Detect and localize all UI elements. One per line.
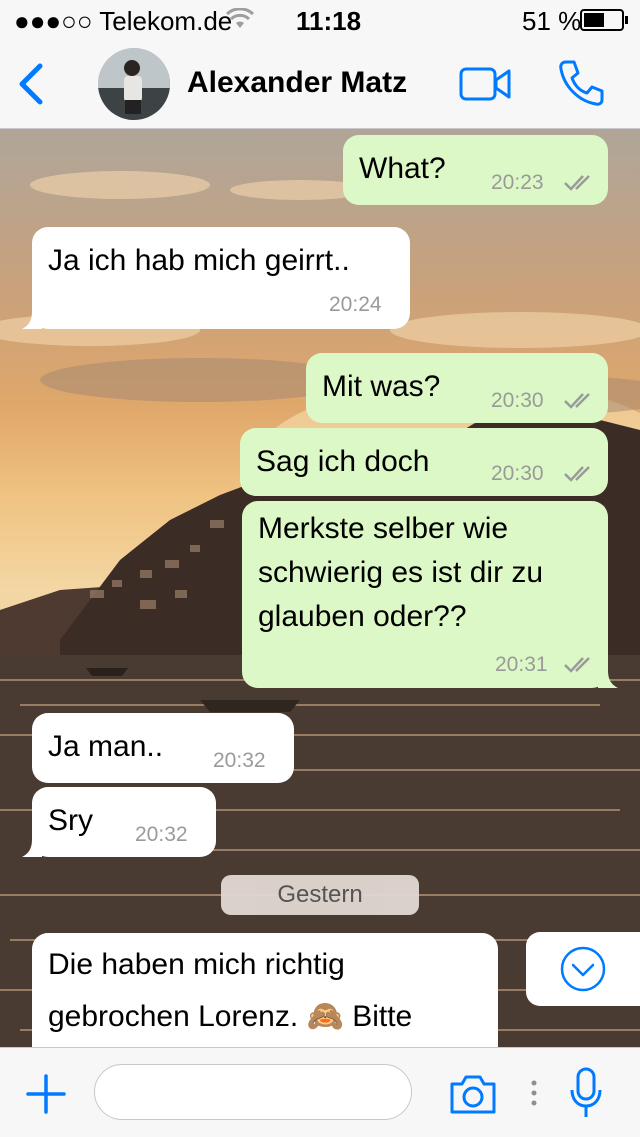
message-time: 20:30: [491, 389, 544, 412]
message-input[interactable]: [94, 1064, 412, 1120]
contact-avatar[interactable]: [98, 48, 170, 120]
video-call-icon[interactable]: [458, 64, 512, 104]
message-text: Sag ich doch: [256, 445, 430, 478]
read-ticks-icon: [564, 393, 590, 409]
bubble-tail: [22, 839, 42, 857]
chat-header: Alexander Matz: [0, 40, 640, 129]
read-ticks-icon: [564, 657, 590, 673]
wifi-icon: [226, 8, 254, 28]
message-line: Merkste selber wie: [258, 512, 509, 545]
message-text: Merkste selber wie schwierig es ist dir …: [258, 507, 543, 639]
message-time: 20:31: [495, 653, 548, 676]
read-ticks-icon: [564, 466, 590, 482]
message-incoming[interactable]: Sry 20:32: [22, 787, 216, 857]
battery-percent: 51 %: [522, 6, 582, 36]
message-text: Die haben mich richtig gebrochen Lorenz.…: [48, 939, 412, 1043]
date-separator: Gestern: [221, 875, 419, 915]
carrier-label: ●●●○○ Telekom.de: [14, 6, 233, 36]
status-bar: ●●●○○ Telekom.de 11:18 51 %: [0, 0, 640, 40]
message-outgoing[interactable]: Sag ich doch 20:30: [240, 428, 608, 496]
message-line: Die haben mich richtig: [48, 948, 345, 981]
message-time: 20:23: [491, 171, 544, 194]
microphone-icon[interactable]: [568, 1066, 604, 1120]
message-incoming[interactable]: Ja man.. 20:32: [32, 713, 294, 783]
back-chevron-icon[interactable]: [14, 62, 54, 106]
message-time: 20:30: [491, 462, 544, 485]
message-text: What?: [359, 152, 446, 185]
clock: 11:18: [296, 6, 362, 36]
bubble-tail: [22, 311, 42, 329]
message-text: Sry: [48, 804, 93, 837]
message-line: schwierig es ist dir zu: [258, 556, 544, 589]
message-outgoing[interactable]: What? 20:23: [343, 135, 608, 205]
message-outgoing[interactable]: Mit was? 20:30: [306, 353, 608, 423]
scroll-to-bottom-button[interactable]: [526, 932, 640, 1006]
phone-call-icon[interactable]: [556, 58, 606, 108]
battery-icon: [580, 9, 628, 31]
message-line: gebrochen Lorenz. 🙈 Bitte: [48, 1000, 413, 1033]
message-time: 20:32: [213, 749, 266, 772]
camera-icon[interactable]: [448, 1072, 498, 1116]
plus-icon[interactable]: [24, 1072, 68, 1116]
message-text: Ja man..: [48, 730, 164, 763]
bubble-tail: [598, 670, 618, 688]
message-incoming[interactable]: Ja ich hab mich geirrt.. 20:24: [22, 227, 410, 329]
message-text: Ja ich hab mich geirrt..: [48, 244, 350, 277]
message-text: Mit was?: [322, 370, 441, 403]
scroll-down-icon: [560, 946, 606, 992]
read-ticks-icon: [564, 175, 590, 191]
contact-name[interactable]: Alexander Matz: [187, 66, 407, 100]
message-line: glauben oder??: [258, 600, 467, 633]
message-composer: [0, 1047, 640, 1137]
message-time: 20:24: [329, 293, 382, 316]
message-outgoing[interactable]: Merkste selber wie schwierig es ist dir …: [242, 501, 618, 688]
message-time: 20:32: [135, 823, 188, 846]
more-dots-icon[interactable]: [530, 1078, 538, 1108]
